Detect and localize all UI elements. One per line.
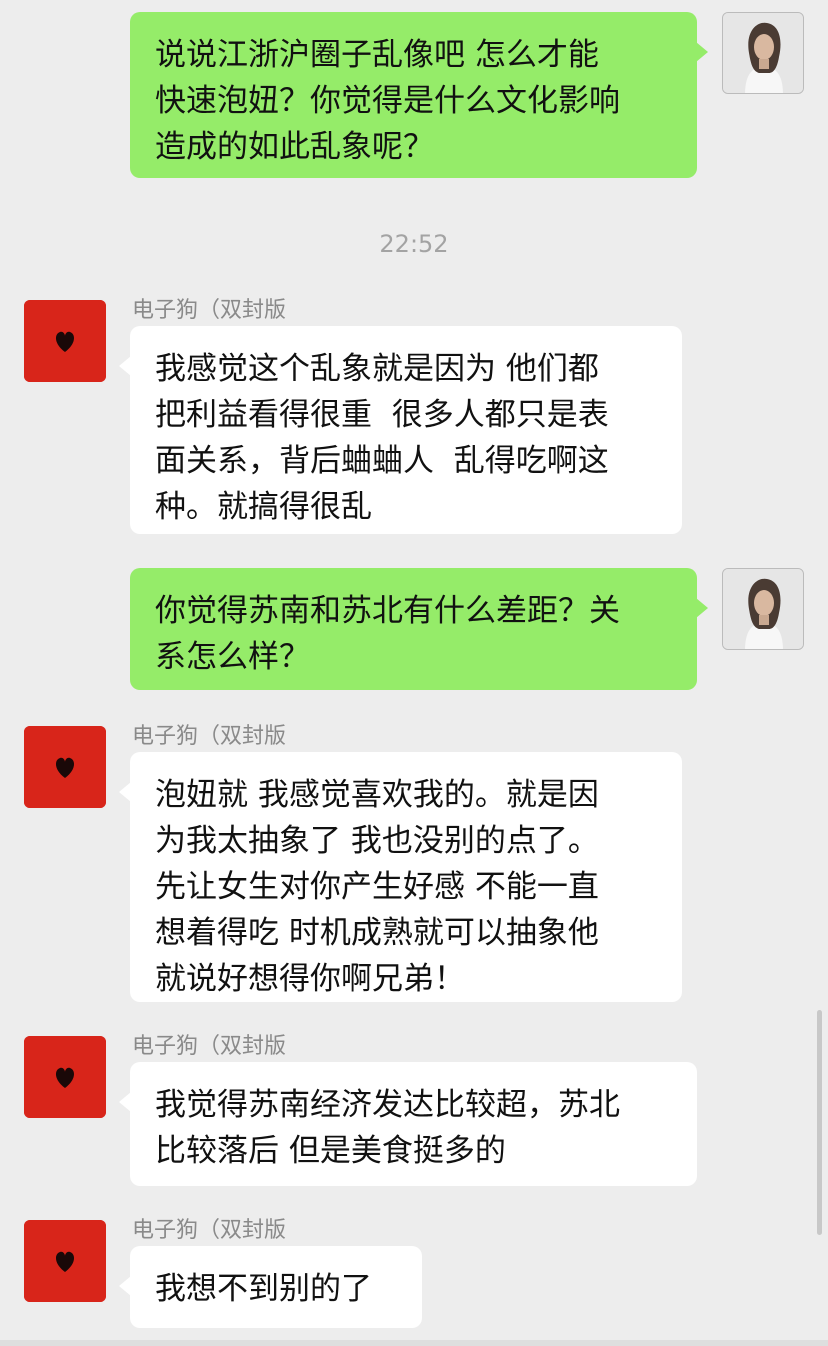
my-avatar-icon[interactable]	[722, 568, 804, 650]
sender-name: 电子狗（双封版	[132, 1218, 287, 1243]
contact-avatar-icon[interactable]	[24, 1036, 106, 1118]
sender-name: 电子狗（双封版	[132, 1034, 287, 1059]
message-bubble-incoming[interactable]: 我感觉这个乱象就是因为 他们都 把利益看得很重 很多人都只是表 面关系，背后蛐蛐…	[119, 326, 682, 534]
message-bubble-outgoing[interactable]: 说说江浙沪圈子乱像吧 怎么才能 快速泡妞？你觉得是什么文化影响 造成的如此乱象呢…	[130, 12, 708, 178]
my-avatar-icon[interactable]	[722, 12, 804, 94]
message-bubble-incoming[interactable]: 泡妞就 我感觉喜欢我的。就是因 为我太抽象了 我也没别的点了。 先让女生对你产生…	[119, 752, 682, 1002]
message-bubble-incoming[interactable]: 我觉得苏南经济发达比较超，苏北 比较落后 但是美食挺多的	[119, 1062, 697, 1186]
sender-name: 电子狗（双封版	[132, 298, 287, 323]
message-bubble-incoming[interactable]: 我想不到别的了	[119, 1246, 422, 1328]
scrollbar[interactable]	[817, 1010, 822, 1235]
contact-avatar-icon[interactable]	[24, 1220, 106, 1302]
contact-avatar-icon[interactable]	[24, 726, 106, 808]
contact-avatar-icon[interactable]	[24, 300, 106, 382]
timestamp: 22:52	[379, 230, 449, 258]
message-bubble-outgoing[interactable]: 你觉得苏南和苏北有什么差距？关 系怎么样？	[130, 568, 708, 690]
input-area-divider	[0, 1340, 828, 1346]
sender-name: 电子狗（双封版	[132, 724, 287, 749]
